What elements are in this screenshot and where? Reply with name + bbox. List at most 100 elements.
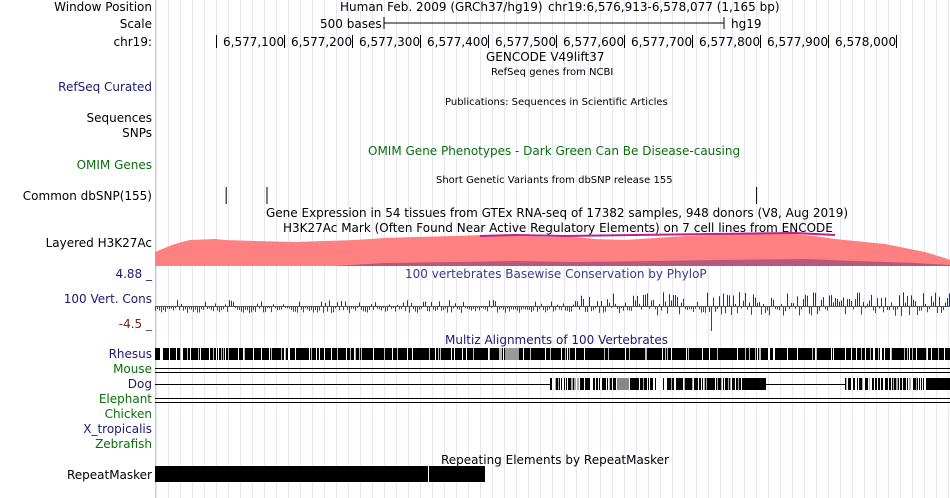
species-chicken[interactable]: Chicken xyxy=(105,407,152,421)
phylop-bar xyxy=(521,307,522,310)
phylop-bar xyxy=(177,300,178,306)
phylop-bar xyxy=(801,307,802,310)
phylop-bar xyxy=(307,307,308,310)
dog-gap xyxy=(902,378,903,390)
refseq-subtitle: RefSeq genes from NCBI xyxy=(491,67,614,78)
phylop-track[interactable] xyxy=(155,282,950,332)
species-rhesus[interactable]: Rhesus xyxy=(109,347,152,361)
ruler-tick-mark xyxy=(420,35,421,48)
phylop-bar xyxy=(395,307,396,312)
rhesus-gap xyxy=(454,348,455,360)
phylop-bar xyxy=(483,307,484,309)
phylop-bar xyxy=(593,307,594,311)
phylop-bar xyxy=(725,307,726,314)
species-dog[interactable]: Dog xyxy=(128,377,152,391)
dog-gap xyxy=(554,378,555,390)
dog-gap xyxy=(692,378,693,390)
rhesus-gap xyxy=(499,348,500,360)
refseq-curated-label[interactable]: RefSeq Curated xyxy=(58,80,152,94)
phylop-bar xyxy=(591,307,592,312)
snps-label[interactable]: SNPs xyxy=(122,126,152,140)
rhesus-gap xyxy=(354,348,355,360)
dog-gap xyxy=(560,378,561,390)
h3k27ac-label[interactable]: Layered H3K27Ac xyxy=(46,236,152,250)
dbsnp-label[interactable]: Common dbSNP(155) xyxy=(23,189,152,203)
phylop-bar xyxy=(577,301,578,306)
phylop-bar xyxy=(803,299,804,306)
dog-gap xyxy=(870,378,871,390)
h3k27ac-track[interactable] xyxy=(155,232,950,266)
phylop-bar xyxy=(709,307,710,313)
dog-gap xyxy=(925,378,926,390)
phylop-bar xyxy=(727,294,728,306)
dog-gap xyxy=(704,378,705,390)
phylop-bar xyxy=(539,307,540,310)
dog-gap xyxy=(654,378,655,390)
rhesus-gap xyxy=(916,348,917,360)
species-mouse[interactable]: Mouse xyxy=(113,362,152,376)
multiz-title: Multiz Alignments of 100 Vertebrates xyxy=(445,333,669,347)
rhesus-gap xyxy=(221,348,222,360)
phylop-bar xyxy=(893,307,894,310)
ruler-tick-mark xyxy=(216,35,217,48)
phylop-bar xyxy=(291,307,292,311)
phylop-bar xyxy=(711,307,712,331)
phylop-bar xyxy=(385,307,386,312)
dog-gap xyxy=(703,378,704,390)
phylop-bar xyxy=(277,307,278,311)
phylop-bar xyxy=(665,301,666,306)
phylop-bar xyxy=(511,307,512,310)
phylop-bar xyxy=(475,307,476,312)
phylop-bar xyxy=(705,307,706,313)
phylop-bar xyxy=(469,307,470,310)
phylop-bar xyxy=(207,307,208,310)
species-elephant[interactable]: Elephant xyxy=(99,392,152,406)
species-zebrafish[interactable]: Zebrafish xyxy=(95,437,152,451)
phylop-bar xyxy=(677,296,678,306)
ruler-tick-label: 6,577,400 xyxy=(427,35,489,49)
rhesus-gap xyxy=(881,348,882,360)
phylop-bar xyxy=(717,307,718,309)
phylop-bar xyxy=(179,307,180,311)
rhesus-gap xyxy=(749,348,750,360)
phylop-bar xyxy=(787,293,788,306)
phylop-label[interactable]: 100 Vert. Cons xyxy=(64,292,152,306)
rhesus-gap xyxy=(567,348,568,360)
dog-gap xyxy=(731,378,732,390)
phylop-max: 4.88 _ xyxy=(115,267,152,281)
phylop-bar xyxy=(615,303,616,306)
dog-gap xyxy=(577,378,578,390)
phylop-bar xyxy=(345,301,346,306)
phylop-bar xyxy=(211,307,212,311)
sequences-label[interactable]: Sequences xyxy=(87,111,152,125)
phylop-bar xyxy=(421,307,422,309)
dog-gap xyxy=(897,378,898,390)
phylop-bar xyxy=(751,307,752,315)
phylop-bar xyxy=(853,307,854,310)
ruler-tick-mark xyxy=(760,35,761,48)
repeatmasker-track[interactable] xyxy=(155,466,490,482)
phylop-bar xyxy=(401,307,402,310)
omim-genes-label[interactable]: OMIM Genes xyxy=(77,158,152,172)
dog-gap xyxy=(891,378,892,390)
dbsnp-track[interactable] xyxy=(155,187,950,205)
dog-gap xyxy=(643,378,644,390)
multiz-track[interactable] xyxy=(155,346,950,406)
rhesus-gap xyxy=(397,348,398,360)
rhesus-gap xyxy=(561,348,562,360)
dog-gap xyxy=(616,378,617,390)
rhesus-gap xyxy=(213,348,214,360)
repeatmasker-label[interactable]: RepeatMasker xyxy=(67,468,152,482)
species-x-tropicalis[interactable]: X_tropicalis xyxy=(83,422,152,436)
rhesus-gap xyxy=(311,348,312,360)
phylop-bar xyxy=(567,307,568,311)
dog-gap xyxy=(908,378,909,390)
phylop-bar xyxy=(269,307,270,309)
rhesus-gap xyxy=(667,348,668,360)
phylop-bar xyxy=(533,307,534,311)
dog-gap xyxy=(735,378,736,390)
phylop-bar xyxy=(173,307,174,311)
rhesus-gap xyxy=(769,348,770,360)
phylop-bar xyxy=(437,307,438,310)
dog-gap xyxy=(851,378,852,390)
